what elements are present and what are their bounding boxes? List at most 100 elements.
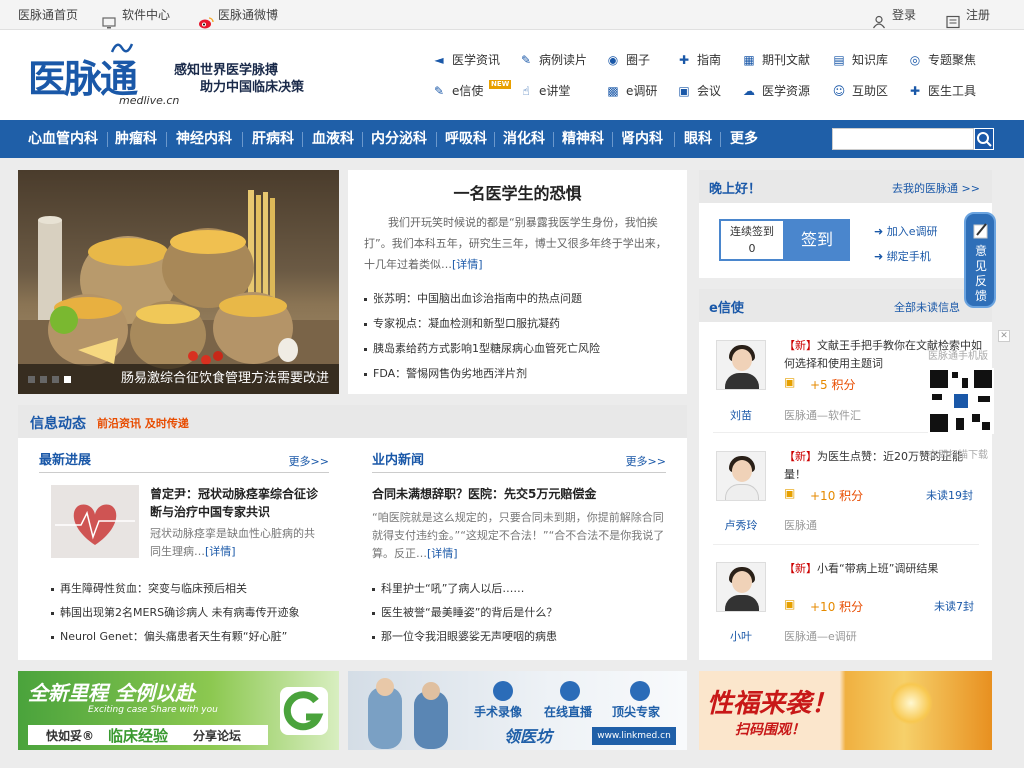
avatar[interactable] [716, 451, 766, 501]
featured-list-item[interactable]: 专家视点：凝血检测和新型口服抗凝药 [364, 315, 560, 331]
nav-label: 圈子 [626, 53, 651, 67]
message-text[interactable]: 【新】小看“带病上班”调研结果 [784, 560, 984, 578]
cat-gastro[interactable]: 消化科 [503, 120, 545, 158]
search-button[interactable] [974, 128, 994, 150]
featured-list-item[interactable]: FDA：警惕网售伪劣地西泮片剂 [364, 365, 527, 381]
sign-in-box: 连续签到 0 签到 [719, 219, 850, 261]
unread-count[interactable]: 未读7封 [934, 598, 974, 614]
arrow-icon: ➜ [874, 225, 887, 238]
cat-psychiatry[interactable]: 精神科 [562, 120, 604, 158]
cat-ophthalmology[interactable]: 眼科 [684, 120, 712, 158]
weibo-link[interactable]: 医脉通微博 [198, 0, 278, 30]
cat-respiratory[interactable]: 呼吸科 [445, 120, 487, 158]
nav-esurvey[interactable]: ▩ e调研 [606, 82, 657, 100]
nav-label: e调研 [626, 84, 658, 98]
g-logo-icon [280, 687, 328, 735]
nav-emessenger[interactable]: ✎ e信使 [432, 82, 483, 100]
username[interactable]: 刘苗 [716, 407, 766, 423]
my-medlive-link[interactable]: 去我的医脉通 >> [892, 180, 980, 196]
banner-clinical-forum[interactable]: 全新里程 全例以赴 Exciting case Share with you 快… [18, 671, 339, 750]
speaker-icon: ◄ [434, 53, 444, 67]
software-link[interactable]: 软件中心 [102, 0, 170, 30]
cat-divider [674, 132, 675, 147]
news-list-item[interactable]: 科里护士“吼”了病人以后…… [372, 580, 524, 596]
unread-count[interactable]: 未读19封 [926, 487, 973, 503]
nav-electure[interactable]: ☝ e讲堂 [519, 82, 570, 100]
sun-image [889, 681, 933, 725]
nav-doctor-tools[interactable]: ✚ 医生工具 [908, 82, 976, 100]
nav-knowledge[interactable]: ▤ 知识库 [832, 51, 888, 69]
industry-detail-link[interactable]: [详情] [427, 547, 458, 560]
hero-caption[interactable]: 肠易激综合征饮食管理方法需要改进 [121, 364, 329, 394]
featured-article: 一名医学生的恐惧 我们开玩笑时候说的都是“别暴露我医学生身份，我怕挨打”。我们本… [348, 170, 687, 394]
cat-oncology[interactable]: 肿瘤科 [115, 120, 157, 158]
cat-divider [553, 132, 554, 147]
industry-news-more[interactable]: 更多>> [626, 453, 666, 469]
home-link[interactable]: 医脉通首页 [18, 0, 78, 30]
news-list-item[interactable]: 再生障碍性贫血：突变与临床预后相关 [51, 580, 247, 596]
feedback-button[interactable]: 意见反馈 [964, 212, 996, 308]
nav-meetings[interactable]: ▣ 会议 [677, 82, 721, 100]
cat-divider [302, 132, 303, 147]
nav-medical-news[interactable]: ◄ 医学资讯 [432, 51, 500, 69]
hero-slideshow[interactable]: 肠易激综合征饮食管理方法需要改进 [18, 170, 339, 394]
cat-neurology[interactable]: 神经内科 [176, 120, 232, 158]
case-icon: ✎ [520, 53, 532, 67]
news-list-item[interactable]: Neurol Genet：偏头痛患者天生有颗“好心脏” [51, 628, 287, 644]
slide-dot-1[interactable] [28, 376, 35, 383]
username[interactable]: 卢秀玲 [716, 517, 766, 533]
register-link[interactable]: 注册 [946, 0, 990, 30]
slide-dot-2[interactable] [40, 376, 47, 383]
latest-progress-title[interactable]: 最新进展 [39, 449, 91, 468]
doctors-image [368, 678, 448, 749]
slide-dot-3[interactable] [52, 376, 59, 383]
banner2-item: 在线直播 [544, 705, 593, 719]
nav-resources[interactable]: ☁ 医学资源 [742, 82, 810, 100]
bind-phone-link[interactable]: ➜ 绑定手机 [874, 248, 931, 264]
nav-label: 互助区 [852, 84, 889, 98]
nav-guide[interactable]: ✚ 指南 [677, 51, 721, 69]
cat-cardiology[interactable]: 心血管内科 [28, 120, 98, 158]
featured-body-text: 我们开玩笑时候说的都是“别暴露我医学生身份，我怕挨打”。我们本科五年，研究生三年… [364, 216, 667, 271]
group-icon: ☺ [832, 84, 846, 98]
nav-topics[interactable]: ◎ 专题聚焦 [908, 51, 976, 69]
slide-dot-4-active[interactable] [64, 376, 71, 383]
nav-case-reading[interactable]: ✎ 病例读片 [519, 51, 587, 69]
bind-phone-label: 绑定手机 [886, 250, 931, 263]
avatar[interactable] [716, 340, 766, 390]
new-tag: 【新】 [784, 450, 817, 463]
username[interactable]: 小叶 [716, 628, 766, 644]
news-list-item[interactable]: 医生被誉“最美睡姿”的背后是什么？ [372, 604, 557, 620]
nav-mutual-help[interactable]: ☺ 互助区 [832, 82, 888, 100]
featured-detail-link[interactable]: [详情] [452, 258, 483, 271]
banner-linkmed[interactable]: 手术录像 在线直播 顶尖专家 领医坊 www.linkmed.cn [348, 671, 687, 750]
close-icon[interactable]: ✕ [998, 330, 1010, 342]
cat-more[interactable]: 更多 [730, 120, 758, 158]
cat-endocrinology[interactable]: 内分泌科 [371, 120, 427, 158]
nav-journals[interactable]: ▦ 期刊文献 [742, 51, 810, 69]
banner-promo[interactable]: 性福来袭！ 扫码围观！ [699, 671, 992, 750]
sign-in-button[interactable]: 签到 [786, 220, 848, 260]
article-thumbnail[interactable] [51, 485, 139, 558]
join-survey-link[interactable]: ➜ 加入e调研 [874, 223, 938, 239]
industry-article-title[interactable]: 合同未满想辞职？医院：先交5万元赔偿金 [372, 485, 666, 503]
points: +5 积分 [810, 376, 856, 393]
cat-nephrology[interactable]: 肾内科 [621, 120, 663, 158]
news-list-item[interactable]: 韩国出现第2名MERS确诊病人 未有病毒传开迹象 [51, 604, 300, 620]
avatar[interactable] [716, 562, 766, 612]
cat-hepatology[interactable]: 肝病科 [252, 120, 294, 158]
latest-progress-more[interactable]: 更多>> [289, 453, 329, 469]
login-link[interactable]: 登录 [872, 0, 916, 30]
latest-detail-link[interactable]: [详情] [205, 545, 236, 558]
featured-title[interactable]: 一名医学生的恐惧 [348, 180, 687, 204]
greeting-header: 晚上好！ 去我的医脉通 >> [699, 170, 992, 203]
featured-list-item[interactable]: 张苏明：中国脑出血诊治指南中的热点问题 [364, 290, 582, 306]
cat-hematology[interactable]: 血液科 [312, 120, 354, 158]
industry-news-title[interactable]: 业内新闻 [372, 449, 424, 468]
featured-list-item[interactable]: 胰岛素给药方式影响1型糖尿病心血管死亡风险 [364, 340, 600, 356]
search-input[interactable] [832, 128, 974, 150]
news-list-item[interactable]: 那一位令我泪眼婆娑无声哽咽的病患 [372, 628, 557, 644]
nav-circle[interactable]: ◉ 圈子 [606, 51, 650, 69]
all-unread-link[interactable]: 全部未读信息 [894, 299, 960, 315]
latest-article-title[interactable]: 曾定尹：冠状动脉痉挛综合征诊断与治疗中国专家共识 [150, 485, 322, 521]
